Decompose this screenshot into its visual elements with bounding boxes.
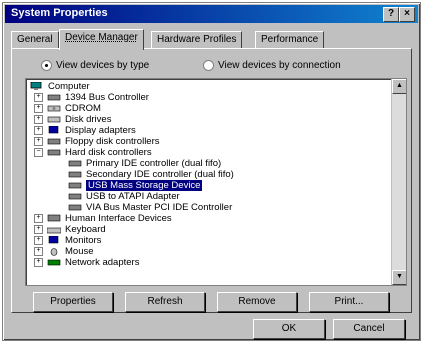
tab-hardware-profiles[interactable]: Hardware Profiles [151, 31, 243, 49]
expand-icon[interactable]: + [34, 213, 43, 223]
tree-item-label: Primary IDE controller (dual fifo) [86, 158, 222, 169]
radio-dot [203, 60, 214, 71]
monitor-icon [47, 235, 61, 245]
tree-item-label: Disk drives [65, 114, 112, 125]
tree-item-label: Display adapters [65, 125, 136, 136]
tree-item-via-bus-master-controller[interactable]: VIA Bus Master PCI IDE Controller [68, 202, 232, 213]
expand-icon[interactable]: + [34, 125, 43, 135]
hard-disk-controller-icon [47, 148, 61, 157]
expand-icon[interactable]: + [34, 224, 43, 234]
tree-item-1394-bus-controller[interactable]: +1394 Bus Controller [34, 92, 149, 103]
tree-item-label: Network adapters [65, 257, 140, 268]
tree-item-usb-to-atapi-adapter[interactable]: USB to ATAPI Adapter [68, 191, 180, 202]
expand-icon[interactable]: + [34, 114, 43, 124]
refresh-button[interactable]: Refresh [125, 292, 205, 312]
tree-item-label: CDROM [65, 103, 101, 114]
view-by-connection-radio[interactable]: View devices by connection [203, 60, 341, 71]
ide-controller-icon [68, 159, 82, 168]
tree-item-primary-ide-controller[interactable]: Primary IDE controller (dual fifo) [68, 158, 221, 169]
tree-item-label: 1394 Bus Controller [65, 92, 149, 103]
tree-item-mouse[interactable]: + Mouse [34, 246, 94, 257]
tree-item-label: USB Mass Storage Device [86, 180, 203, 191]
expand-icon[interactable]: + [34, 257, 43, 267]
hid-icon [47, 214, 61, 223]
tree-item-label: VIA Bus Master PCI IDE Controller [86, 202, 233, 213]
collapse-icon[interactable]: − [34, 147, 43, 157]
tree-item-label: Secondary IDE controller (dual fifo) [86, 169, 234, 180]
tree-item-disk-drives[interactable]: + Disk drives [34, 114, 111, 125]
tree-item-label: Computer [48, 81, 90, 92]
vertical-scrollbar[interactable]: ▲ ▼ [391, 79, 406, 285]
cancel-button[interactable]: Cancel [333, 319, 405, 339]
network-adapter-icon [47, 258, 61, 267]
window-title: System Properties [11, 7, 108, 19]
device-tree[interactable]: Computer +1394 Bus Controller + CDROM + Di… [25, 78, 407, 286]
mouse-icon [47, 247, 61, 256]
expand-icon[interactable]: + [34, 246, 43, 256]
tree-item-cdrom[interactable]: + CDROM [34, 103, 101, 114]
tree-item-label: Keyboard [65, 224, 106, 235]
tab-device-manager[interactable]: Device Manager [59, 29, 144, 50]
bus-controller-icon [47, 93, 61, 102]
scroll-up-icon[interactable]: ▲ [392, 79, 406, 94]
tree-item-computer[interactable]: Computer [30, 81, 90, 92]
tree-item-floppy-disk-controllers[interactable]: + Floppy disk controllers [34, 136, 160, 147]
cdrom-icon [47, 104, 61, 113]
help-button[interactable]: ? [383, 7, 399, 22]
computer-icon [30, 81, 44, 91]
ide-controller-icon [68, 203, 82, 212]
view-by-type-radio[interactable]: View devices by type [41, 60, 149, 71]
view-by-type-label: View devices by type [56, 60, 150, 72]
usb-adapter-icon [68, 192, 82, 201]
tab-general[interactable]: General [11, 31, 59, 49]
tree-item-label: Floppy disk controllers [65, 136, 160, 147]
tree-item-label: Mouse [65, 246, 94, 257]
tree-item-display-adapters[interactable]: + Display adapters [34, 125, 136, 136]
system-properties-window: System Properties ? × General Device Man… [2, 2, 421, 341]
tree-item-human-interface-devices[interactable]: + Human Interface Devices [34, 213, 172, 224]
scroll-down-icon[interactable]: ▼ [392, 270, 406, 285]
tree-item-hard-disk-controllers[interactable]: − Hard disk controllers [34, 147, 152, 158]
close-button[interactable]: × [399, 7, 415, 22]
tree-item-keyboard[interactable]: + Keyboard [34, 224, 106, 235]
tree-item-label: USB to ATAPI Adapter [86, 191, 180, 202]
usb-storage-icon [68, 181, 82, 190]
disk-drive-icon [47, 115, 61, 124]
tree-item-label: Human Interface Devices [65, 213, 172, 224]
tree-item-network-adapters[interactable]: + Network adapters [34, 257, 139, 268]
properties-button[interactable]: Properties [33, 292, 113, 312]
tree-item-usb-mass-storage-device[interactable]: USB Mass Storage Device [68, 180, 203, 191]
ok-button[interactable]: OK [253, 319, 325, 339]
tab-performance[interactable]: Performance [255, 31, 325, 49]
expand-icon[interactable]: + [34, 235, 43, 245]
radio-dot-selected [41, 60, 52, 71]
expand-icon[interactable]: + [34, 136, 43, 146]
expand-icon[interactable]: + [34, 103, 43, 113]
print-button[interactable]: Print... [309, 292, 389, 312]
keyboard-icon [46, 225, 62, 234]
expand-icon[interactable]: + [34, 92, 43, 102]
display-adapter-icon [47, 125, 61, 135]
view-by-connection-label: View devices by connection [218, 60, 341, 72]
remove-button[interactable]: Remove [217, 292, 297, 312]
tree-item-monitors[interactable]: + Monitors [34, 235, 101, 246]
ide-controller-icon [68, 170, 82, 179]
tree-item-label: Monitors [65, 235, 102, 246]
title-bar[interactable]: System Properties ? × [5, 5, 418, 23]
tree-item-secondary-ide-controller[interactable]: Secondary IDE controller (dual fifo) [68, 169, 234, 180]
tree-item-label: Hard disk controllers [65, 147, 152, 158]
floppy-controller-icon [47, 137, 61, 146]
